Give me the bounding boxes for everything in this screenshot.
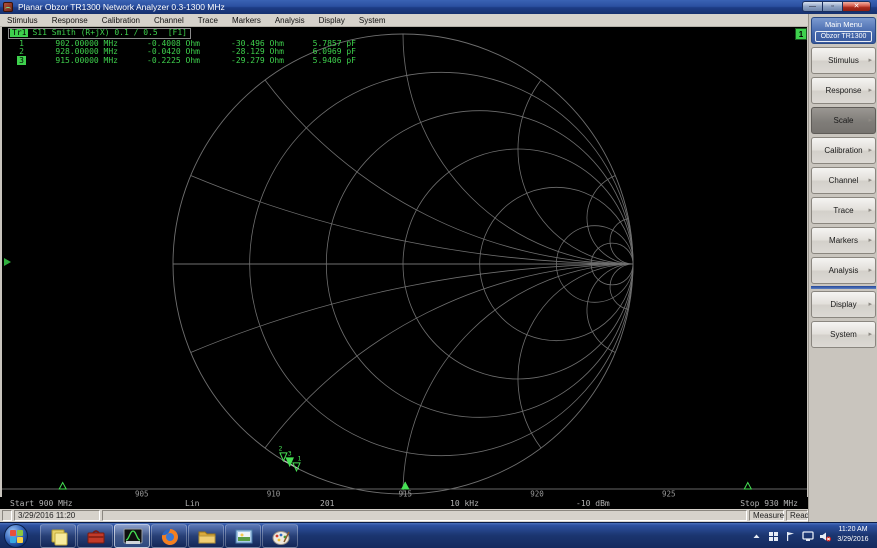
chevron-right-icon: ▸ (868, 138, 872, 163)
stimulus-status-line: Start 900 MHz Lin 201 10 kHz -10 dBm Stop 930… (0, 497, 808, 509)
ruler-marker-2[interactable] (744, 483, 751, 490)
statusbar-message-area (102, 510, 747, 521)
freq-tick-label: 910 (267, 490, 281, 498)
marker-readout-rows: 1902.00000 MHz-0.4008 Ohm-30.496 Ohm5.78… (8, 40, 356, 65)
smith-chart-plot: 905 910 915 920 925 1 23 Tr1 S11 Smith (R+jX) … (2, 27, 807, 497)
statusbar-grip (2, 510, 12, 521)
softkey-scale[interactable]: Scale▸ (811, 107, 876, 134)
marker-readout-row: 2928.00000 MHz-0.0420 Ohm-28.129 Ohm6.09… (8, 48, 356, 56)
chart-marker-label: 2 (278, 444, 282, 452)
trace-badge[interactable]: Tr1 (10, 29, 28, 37)
marker-readout-row: 3915.00000 MHz-0.2225 Ohm-29.279 Ohm5.94… (8, 57, 356, 65)
chevron-right-icon: ▸ (868, 228, 872, 253)
softkey-trace[interactable]: Trace▸ (811, 197, 876, 224)
maximize-button[interactable]: ▫ (822, 1, 842, 12)
softkey-channel[interactable]: Channel▸ (811, 167, 876, 194)
taskbar-photo-viewer-icon[interactable] (225, 524, 261, 548)
menu-item-calibration[interactable]: Calibration (95, 14, 147, 26)
status-points: 201 (320, 499, 334, 508)
chart-marker-2[interactable] (280, 453, 287, 461)
clock-date: 3/29/2016 (831, 535, 875, 545)
freq-tick-label: 915 (398, 490, 412, 498)
app-window: Planar Obzor TR1300 Network Analyzer 0.3… (0, 0, 877, 548)
menu-item-display[interactable]: Display (312, 14, 352, 26)
status-start: Start 900 MHz (10, 499, 73, 508)
window-controls: — ▫ ✕ (802, 1, 871, 12)
chevron-right-icon: ▸ (868, 48, 872, 73)
tray-display-icon[interactable] (801, 530, 814, 543)
status-if-bandwidth: 10 kHz (450, 499, 479, 508)
softkey-response[interactable]: Response▸ (811, 77, 876, 104)
freq-tick-label: 925 (662, 490, 676, 498)
trace-softkey-hint: [F1] (168, 29, 187, 37)
chevron-right-icon: ▸ (868, 322, 872, 347)
softkey-menu-header: Main Menu Obzor TR1300 (811, 17, 876, 44)
softkey-stimulus[interactable]: Stimulus▸ (811, 47, 876, 74)
status-power: -10 dBm (576, 499, 610, 508)
status-stop: Stop 930 MHz (740, 499, 798, 508)
softkey-calibration[interactable]: Calibration▸ (811, 137, 876, 164)
chevron-right-icon: ▸ (868, 258, 872, 283)
app-icon (3, 2, 13, 12)
softkey-analysis[interactable]: Analysis▸ (811, 257, 876, 284)
statusbar-measure-state: Measure (749, 510, 784, 521)
window-title: Planar Obzor TR1300 Network Analyzer 0.3… (18, 0, 225, 14)
windows-taskbar: 11:20 AM 3/29/2016 (0, 522, 877, 548)
taskbar-clock[interactable]: 11:20 AM 3/29/2016 (831, 525, 875, 545)
window-titlebar: Planar Obzor TR1300 Network Analyzer 0.3… (0, 0, 877, 14)
softkey-separator (811, 286, 876, 289)
taskbar-analyzer-app-icon[interactable] (114, 524, 150, 548)
tray-hidden-icons-arrow-icon[interactable] (750, 530, 763, 543)
menu-item-response[interactable]: Response (45, 14, 95, 26)
close-button[interactable]: ✕ (842, 1, 871, 12)
status-sweep-type: Lin (185, 499, 199, 508)
taskbar-toolbox-icon[interactable] (77, 524, 113, 548)
softkey-menu-subtitle: Obzor TR1300 (815, 31, 872, 42)
statusbar-ready-state: Ready (786, 510, 808, 521)
smith-reactance-arc (518, 80, 633, 264)
chevron-right-icon: ▸ (868, 198, 872, 223)
menu-item-analysis[interactable]: Analysis (268, 14, 312, 26)
trace-title: S11 Smith (R+jX) 0.1 / 0.5 (32, 29, 157, 37)
taskbar-sticky-notes-icon[interactable] (40, 524, 76, 548)
clock-time: 11:20 AM (831, 525, 875, 535)
chevron-right-icon: ▸ (868, 292, 872, 317)
trace-readout: Tr1 S11 Smith (R+jX) 0.1 / 0.5 [F1] 1902… (8, 28, 356, 65)
freq-tick-label: 920 (530, 490, 544, 498)
app-statusbar: 3/29/2016 11:20 Measure Ready (0, 509, 877, 522)
menu-item-channel[interactable]: Channel (147, 14, 191, 26)
tray-input-indicator-icon[interactable] (767, 530, 780, 543)
softkey-panel: Main Menu Obzor TR1300 Stimulus▸ Response… (808, 14, 877, 522)
chart-marker-label: 3 (288, 449, 292, 457)
taskbar-file-explorer-icon[interactable] (188, 524, 224, 548)
tray-action-center-flag-icon[interactable] (784, 530, 797, 543)
softkey-menu-title: Main Menu (812, 20, 875, 29)
statusbar-datetime: 3/29/2016 11:20 (14, 510, 100, 521)
trace-header: Tr1 S11 Smith (R+jX) 0.1 / 0.5 [F1] (8, 28, 191, 39)
taskbar-firefox-icon[interactable] (151, 524, 187, 548)
minimize-button[interactable]: — (802, 1, 822, 12)
softkey-markers[interactable]: Markers▸ (811, 227, 876, 254)
menu-item-system[interactable]: System (352, 14, 393, 26)
menu-item-stimulus[interactable]: Stimulus (0, 14, 45, 26)
start-button[interactable] (4, 524, 28, 548)
channel-indicator: 1 (795, 28, 807, 40)
reference-level-arrow-icon[interactable] (4, 258, 11, 266)
chevron-right-icon: ▸ (868, 108, 872, 133)
ruler-marker-1[interactable] (59, 483, 66, 490)
freq-tick-label: 905 (135, 490, 149, 498)
smith-reactance-arc (518, 264, 633, 448)
menu-item-trace[interactable]: Trace (191, 14, 225, 26)
menu-bar: StimulusResponseCalibrationChannelTraceM… (0, 14, 808, 27)
taskbar-paint-icon[interactable] (262, 524, 298, 548)
menu-item-markers[interactable]: Markers (225, 14, 268, 26)
softkey-system[interactable]: System▸ (811, 321, 876, 348)
softkey-display[interactable]: Display▸ (811, 291, 876, 318)
chart-marker-label: 1 (298, 454, 302, 462)
chevron-right-icon: ▸ (868, 168, 872, 193)
tray-volume-muted-icon[interactable] (818, 530, 831, 543)
system-tray (750, 523, 831, 548)
chevron-right-icon: ▸ (868, 78, 872, 103)
smith-chart: 905 910 915 920 925 1 23 (2, 27, 807, 497)
